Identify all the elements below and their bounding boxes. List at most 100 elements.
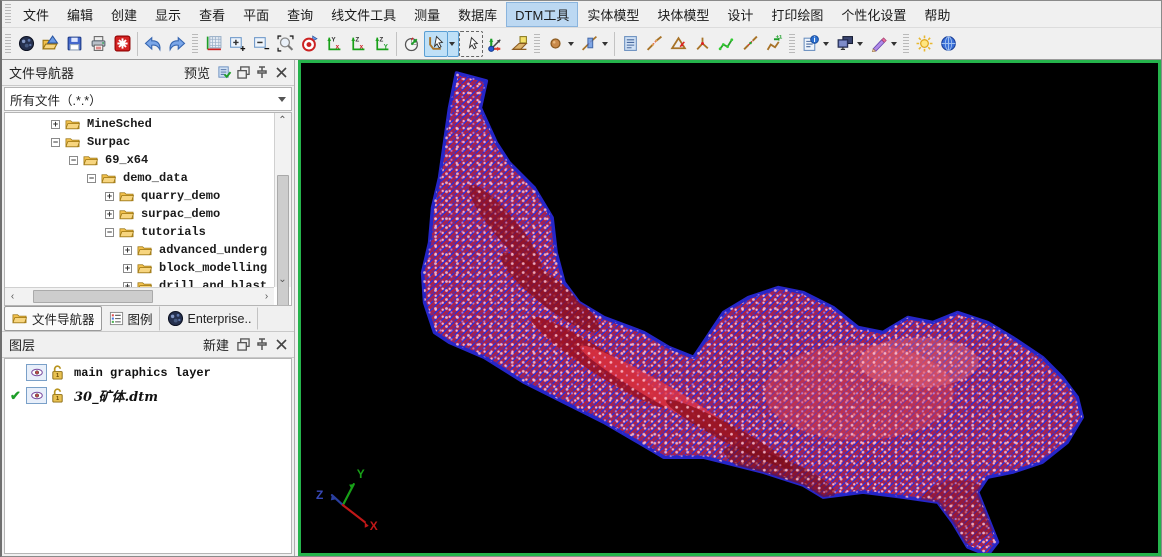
- layer-visibility-eye-icon[interactable]: [26, 387, 47, 404]
- menu-实体模型[interactable]: 实体模型: [578, 2, 648, 27]
- tree-vertical-scrollbar[interactable]: ⌃ ⌄: [274, 113, 291, 287]
- expand-icon[interactable]: +: [105, 210, 114, 219]
- scroll-down-arrow[interactable]: ⌄: [275, 272, 290, 287]
- select-string-mode-dropdown[interactable]: [448, 31, 459, 57]
- tree-item-block_modelling[interactable]: +block_modelling: [5, 259, 274, 277]
- menu-显示[interactable]: 显示: [146, 2, 190, 27]
- float-window-icon[interactable]: [234, 336, 252, 354]
- toolbar-grip[interactable]: [534, 34, 540, 54]
- expand-icon[interactable]: +: [51, 120, 60, 129]
- lighting-button[interactable]: [912, 31, 936, 57]
- menu-打印绘图[interactable]: 打印绘图: [762, 2, 832, 27]
- tree-item-Surpac[interactable]: −Surpac: [5, 133, 274, 151]
- display-settings-button[interactable]: [832, 31, 856, 57]
- segment-tool-dropdown[interactable]: [601, 31, 611, 57]
- string-properties-button[interactable]: [618, 31, 642, 57]
- close-panel-icon[interactable]: [272, 64, 290, 82]
- zoom-in-button[interactable]: [225, 31, 249, 57]
- menu-数据库[interactable]: 数据库: [449, 2, 506, 27]
- pin-icon[interactable]: [253, 64, 271, 82]
- view-plane-yx-button[interactable]: Yx: [321, 31, 345, 57]
- reset-graphics-button[interactable]: [110, 31, 134, 57]
- preview-pane-icon[interactable]: [215, 64, 233, 82]
- tree-item-drill_and_blast[interactable]: +drill_and_blast: [5, 277, 274, 287]
- close-string-button[interactable]: [666, 31, 690, 57]
- tree-item-MineSched[interactable]: +MineSched: [5, 115, 274, 133]
- file-info-button[interactable]: i: [798, 31, 822, 57]
- toolbar-grip[interactable]: [5, 34, 11, 54]
- undo-button[interactable]: [141, 31, 165, 57]
- renumber-string-button[interactable]: +1: [762, 31, 786, 57]
- expand-icon[interactable]: +: [123, 246, 132, 255]
- preview-button[interactable]: 预览: [180, 61, 214, 84]
- menu-编辑[interactable]: 编辑: [58, 2, 102, 27]
- view-plane-zx-button[interactable]: Zx: [345, 31, 369, 57]
- float-window-icon[interactable]: [234, 64, 252, 82]
- redo-button[interactable]: [165, 31, 189, 57]
- join-lines-button[interactable]: [738, 31, 762, 57]
- file-info-dropdown[interactable]: [822, 31, 832, 57]
- file-filter-dropdown[interactable]: 所有文件（.*.*）: [4, 87, 292, 111]
- menu-查看[interactable]: 查看: [190, 2, 234, 27]
- menu-文件[interactable]: 文件: [14, 2, 58, 27]
- menu-设计[interactable]: 设计: [718, 2, 762, 27]
- print-button[interactable]: [86, 31, 110, 57]
- scroll-left-arrow[interactable]: ‹: [5, 289, 20, 304]
- collapse-icon[interactable]: −: [51, 138, 60, 147]
- segment-tool-button[interactable]: [577, 31, 601, 57]
- menu-个性化设置[interactable]: 个性化设置: [832, 2, 915, 27]
- horizontal-scroll-thumb[interactable]: [33, 290, 153, 303]
- tree-item-tutorials[interactable]: −tutorials: [5, 223, 274, 241]
- zoom-out-button[interactable]: [249, 31, 273, 57]
- collapse-icon[interactable]: −: [87, 174, 96, 183]
- edit-pencil-button[interactable]: [866, 31, 890, 57]
- layer-unlocked-padlock-icon[interactable]: 1: [50, 365, 65, 380]
- edit-pencil-dropdown[interactable]: [890, 31, 900, 57]
- menu-块体模型[interactable]: 块体模型: [648, 2, 718, 27]
- tree-item-69_x64[interactable]: −69_x64: [5, 151, 274, 169]
- pin-icon[interactable]: [253, 336, 271, 354]
- zoom-data-extents-button[interactable]: [201, 31, 225, 57]
- tree-item-surpac_demo[interactable]: +surpac_demo: [5, 205, 274, 223]
- new-layer-button[interactable]: 新建: [199, 333, 233, 356]
- close-panel-icon[interactable]: [272, 336, 290, 354]
- layer-unlocked-padlock-icon[interactable]: 1: [50, 388, 65, 403]
- zoom-window-button[interactable]: [273, 31, 297, 57]
- tab-file-navigator[interactable]: 文件导航器: [4, 306, 102, 331]
- tree-item-advanced_underg[interactable]: +advanced_underg: [5, 241, 274, 259]
- new-graphics-button[interactable]: [14, 31, 38, 57]
- tab-legend[interactable]: 图例: [102, 306, 160, 331]
- split-line-button[interactable]: [690, 31, 714, 57]
- scroll-up-arrow[interactable]: ⌃: [275, 113, 290, 128]
- menu-创建[interactable]: 创建: [102, 2, 146, 27]
- menu-平面[interactable]: 平面: [234, 2, 278, 27]
- select-string-mode-button[interactable]: [424, 31, 448, 57]
- menu-测量[interactable]: 测量: [405, 2, 449, 27]
- menu-查询[interactable]: 查询: [278, 2, 322, 27]
- display-settings-dropdown[interactable]: [856, 31, 866, 57]
- graphics-viewport[interactable]: Y Z X: [298, 60, 1161, 556]
- point-tool-button[interactable]: [543, 31, 567, 57]
- menubar-grip[interactable]: [5, 4, 11, 24]
- tab-enterprise[interactable]: Enterprise..: [160, 307, 259, 330]
- data-point-properties-button[interactable]: [297, 31, 321, 57]
- toolbar-grip[interactable]: [789, 34, 795, 54]
- break-line-button[interactable]: [642, 31, 666, 57]
- plane-orientation-button[interactable]: [507, 31, 531, 57]
- rotate-view-button[interactable]: [400, 31, 424, 57]
- select-rubber-band-button[interactable]: [459, 31, 483, 57]
- view-plane-zy-button[interactable]: ZY: [369, 31, 393, 57]
- layer-row[interactable]: 1main graphics layer: [5, 361, 291, 384]
- pan-3d-axes-button[interactable]: [483, 31, 507, 57]
- open-file-button[interactable]: [38, 31, 62, 57]
- tree-item-demo_data[interactable]: −demo_data: [5, 169, 274, 187]
- save-file-button[interactable]: [62, 31, 86, 57]
- layer-visibility-eye-icon[interactable]: [26, 364, 47, 381]
- tree-item-quarry_demo[interactable]: +quarry_demo: [5, 187, 274, 205]
- toolbar-grip[interactable]: [903, 34, 909, 54]
- collapse-icon[interactable]: −: [105, 228, 114, 237]
- layer-row[interactable]: ✔130_矿体.dtm: [5, 384, 291, 407]
- expand-icon[interactable]: +: [105, 192, 114, 201]
- point-tool-dropdown[interactable]: [567, 31, 577, 57]
- menu-帮助[interactable]: 帮助: [915, 2, 959, 27]
